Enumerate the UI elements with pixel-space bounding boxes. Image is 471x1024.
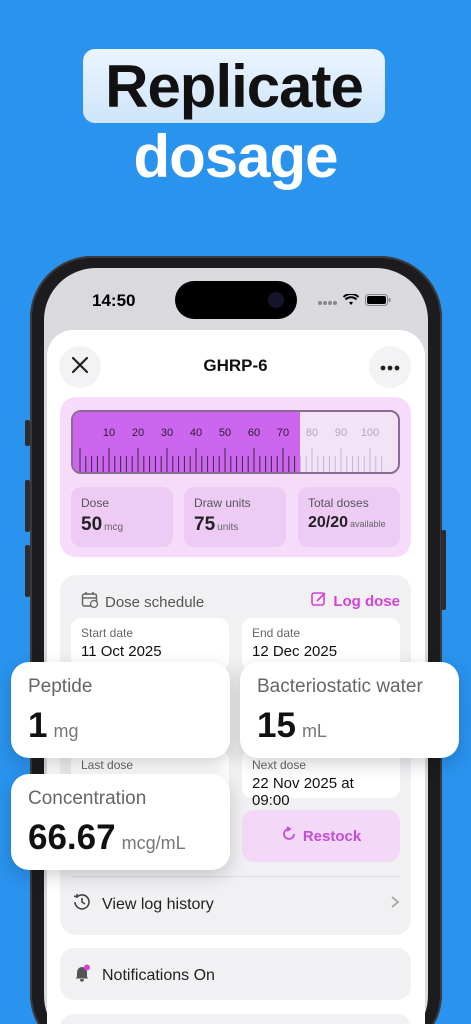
refresh-icon [281,826,297,846]
water-unit: mL [301,721,327,741]
notifications-row[interactable]: Notifications On [72,963,215,988]
scale-label: 60 [248,427,260,439]
scale-label: 10 [103,427,115,439]
restock-button[interactable]: Restock [242,810,400,862]
stat-value: 75 [194,514,216,535]
battery-icon [365,293,391,311]
end-date-label: End date [252,626,301,640]
stat-label: Dose [81,496,110,510]
stat-total-doses: Total doses 20/20 available [298,487,400,547]
edit-icon [311,591,327,611]
peptide-card: Peptide 1 mg [11,662,230,758]
volume-up-button [25,480,30,532]
stat-value: 50 [81,514,103,535]
schedule-heading-label: Dose schedule [105,593,205,611]
water-value-row: 15 mL [257,706,442,746]
bottom-panel [60,1014,411,1024]
stat-dose: Dose 50 mcg [71,487,173,547]
schedule-heading: Dose schedule [81,591,204,613]
start-date-label: Start date [81,626,134,640]
peptide-value: 1 [28,706,48,745]
view-log-history-row[interactable]: View log history [72,892,400,917]
stat-label: Total doses [308,496,369,510]
next-dose-value: 22 Nov 2025 at 09:00 [252,775,354,809]
camera-lens [268,292,284,308]
calendar-icon [81,591,99,613]
hero-title-line2: dosage [133,123,338,190]
stat-value: 20/20 [308,514,349,531]
chevron-right-icon [390,895,400,914]
stat-value-row: 75 units [194,514,276,536]
peptide-label: Peptide [28,676,93,697]
hero-title-line1: Replicate [83,49,385,123]
log-dose-label: Log dose [333,592,400,610]
concentration-value: 66.67 [28,818,116,857]
restock-label: Restock [302,827,362,845]
syringe-scale: 10 20 30 40 50 60 70 80 90 100 [79,427,383,472]
concentration-card: Concentration 66.67 mcg/mL [11,774,230,870]
concentration-unit: mcg/mL [121,833,186,853]
wifi-icon [342,293,360,311]
scale-label: 40 [190,427,202,439]
concentration-label: Concentration [28,788,147,809]
status-time: 14:50 [92,291,136,310]
stat-value-row: 20/20 available [308,514,390,532]
more-horizontal-icon [380,358,400,376]
scale-label: 20 [132,427,144,439]
scale-label: 80 [306,427,318,439]
divider [72,876,400,877]
view-log-history-label: View log history [102,895,214,913]
peptide-unit: mg [53,721,79,741]
water-card: Bacteriostatic water 15 mL [240,662,459,758]
water-value: 15 [257,706,296,745]
notifications-label: Notifications On [102,966,215,984]
scale-label: 100 [361,427,379,439]
peptide-value-row: 1 mg [28,706,213,746]
log-dose-button[interactable]: Log dose [311,591,400,611]
water-label: Bacteriostatic water [257,676,423,697]
scale-label: 70 [277,427,289,439]
power-button [441,530,446,610]
scale-label: 50 [219,427,231,439]
stat-value-row: 50 mcg [81,514,163,536]
status-icons [317,293,391,311]
concentration-value-row: 66.67 mcg/mL [28,818,213,858]
more-options-button[interactable] [369,346,411,388]
stat-unit: available [350,519,386,529]
bell-icon [72,963,92,988]
start-date-value: 11 Oct 2025 [81,643,162,660]
stat-unit: units [217,522,239,533]
mute-switch [25,420,30,446]
history-icon [72,892,92,917]
scale-label: 30 [161,427,173,439]
next-dose-label: Next dose [252,758,307,772]
last-dose-label: Last dose [81,758,134,772]
scale-label: 90 [335,427,347,439]
volume-down-button [25,545,30,597]
stat-draw-units: Draw units 75 units [184,487,286,547]
stat-unit: mcg [104,522,124,533]
end-date-value: 12 Dec 2025 [252,643,338,660]
syringe-gauge: 10 20 30 40 50 60 70 80 90 100 [71,410,400,474]
signal-dots-icon [317,293,337,311]
stat-label: Draw units [194,496,251,510]
